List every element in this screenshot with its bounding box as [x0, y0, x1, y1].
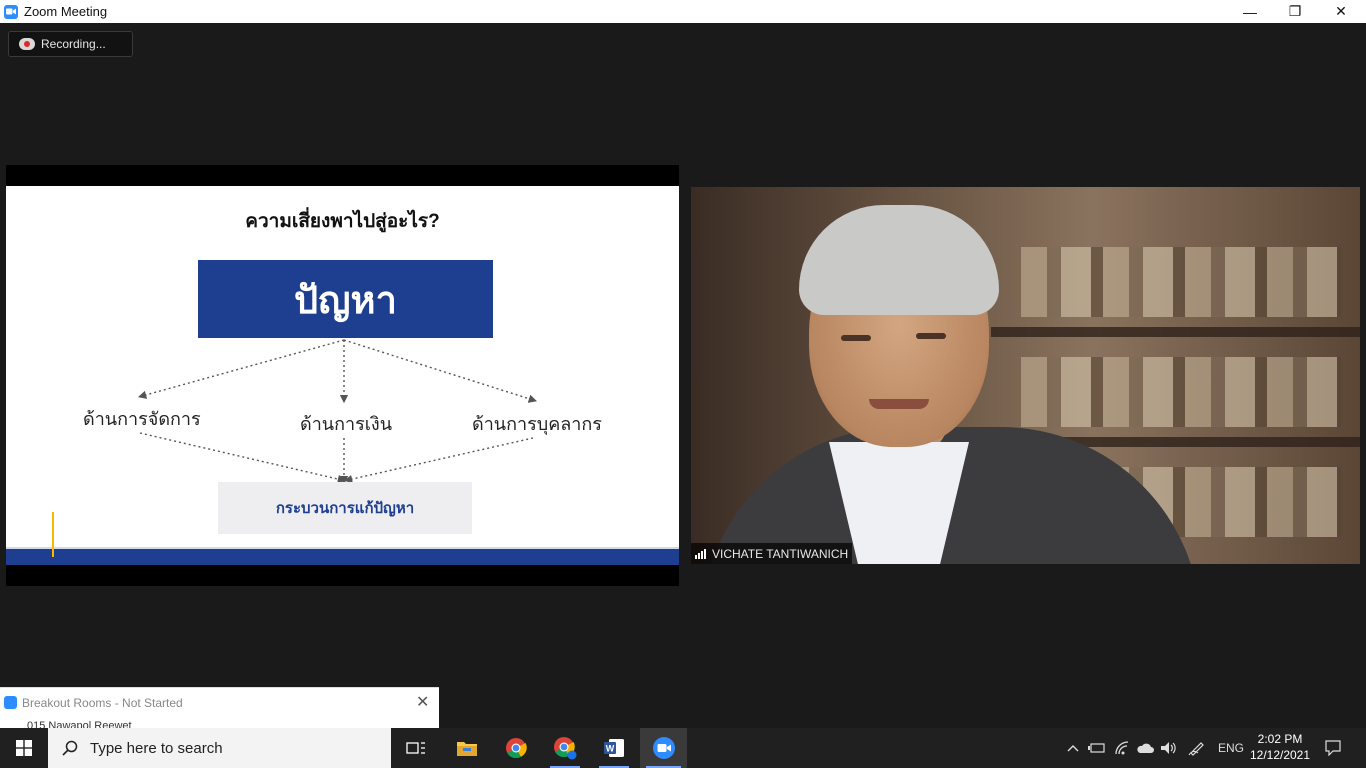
wifi-button[interactable] [1111, 728, 1133, 768]
zoom-app-icon [4, 4, 18, 19]
speaker-icon [1161, 742, 1176, 754]
pen-workspace-button[interactable] [1186, 728, 1208, 768]
presentation-slide: ความเสี่ยงพาไปสู่อะไร? ปัญหา ด้านการจัดก… [6, 186, 679, 565]
signal-strength-icon [695, 548, 706, 559]
cloud-icon [1137, 743, 1154, 753]
battery-button[interactable] [1086, 728, 1108, 768]
taskbar-search-box[interactable]: Type here to search [48, 728, 391, 768]
arrow-to-management [137, 339, 345, 399]
breakout-participant-row[interactable]: 015 Nawapol Reewet [27, 720, 132, 728]
onedrive-button[interactable] [1134, 728, 1156, 768]
notification-icon [1325, 740, 1341, 756]
task-view-button[interactable] [396, 728, 436, 768]
start-button[interactable] [0, 728, 48, 768]
recording-icon [19, 38, 35, 50]
zoom-app-icon [4, 696, 17, 709]
participant-eye [916, 333, 946, 339]
chrome-profile-button[interactable] [544, 728, 586, 768]
participant-video[interactable]: VICHATE TANTIWANICH [691, 187, 1360, 564]
chrome-button[interactable] [495, 728, 537, 768]
language-indicator[interactable]: ENG [1214, 728, 1248, 768]
slide-process-box: กระบวนการแก้ปัญหา [218, 482, 472, 534]
taskbar-clock[interactable]: 2:02 PM 12/12/2021 [1248, 728, 1312, 768]
participant-mouth [869, 399, 929, 409]
svg-text:W: W [606, 744, 615, 754]
slide-cursor [52, 512, 54, 557]
breakout-rooms-title: Breakout Rooms - Not Started [22, 696, 183, 710]
volume-button[interactable] [1158, 728, 1180, 768]
restore-button[interactable]: ❐ [1272, 0, 1318, 23]
participant-hair [799, 205, 999, 315]
search-placeholder: Type here to search [90, 739, 223, 757]
recording-indicator[interactable]: Recording... [8, 31, 133, 57]
participant-name: VICHATE TANTIWANICH [712, 546, 849, 561]
zoom-icon [652, 737, 675, 759]
windows-taskbar: Type here to search W ENG 2:02 PM 12/12/… [0, 728, 1366, 768]
window-title: Zoom Meeting [24, 4, 108, 19]
breakout-close-button[interactable]: ✕ [416, 692, 429, 712]
participant-name-tag: VICHATE TANTIWANICH [691, 543, 853, 564]
task-view-icon [406, 742, 425, 754]
wifi-icon [1115, 741, 1129, 755]
branch-management: ด้านการจัดการ [83, 409, 201, 429]
chrome-icon [506, 738, 527, 759]
clock-time: 2:02 PM [1257, 732, 1303, 746]
word-icon: W [604, 739, 624, 757]
recording-label: Recording... [41, 37, 106, 51]
minimize-button[interactable]: — [1227, 0, 1273, 23]
arrow-management-to-process [139, 432, 347, 484]
word-button[interactable]: W [593, 728, 635, 768]
file-explorer-button[interactable] [446, 728, 488, 768]
pen-icon [1188, 742, 1204, 756]
bookshelf-shelf [991, 327, 1360, 337]
file-explorer-icon [457, 742, 477, 756]
participant-eye [841, 335, 871, 341]
breakout-rooms-panel[interactable]: Breakout Rooms - Not Started ✕ 015 Nawap… [0, 687, 439, 728]
chrome-profile-icon [554, 737, 577, 760]
window-titlebar: Zoom Meeting — ❐ ✕ [0, 0, 1366, 23]
branch-finance: ด้านการเงิน [300, 414, 393, 434]
arrow-to-personnel [343, 339, 538, 403]
windows-icon [16, 740, 32, 756]
zoom-button[interactable] [640, 728, 687, 768]
arrow-personnel-to-process [343, 437, 534, 484]
clock-date: 12/12/2021 [1249, 748, 1311, 762]
show-hidden-icons-button[interactable] [1064, 728, 1082, 768]
battery-icon [1088, 743, 1105, 753]
shared-screen: ความเสี่ยงพาไปสู่อะไร? ปัญหา ด้านการจัดก… [6, 165, 679, 586]
search-icon [62, 740, 78, 756]
action-center-button[interactable] [1318, 728, 1348, 768]
chevron-up-icon [1067, 745, 1079, 752]
close-button[interactable]: ✕ [1318, 0, 1364, 23]
branch-personnel: ด้านการบุคลากร [472, 414, 602, 434]
bookshelf-books [1021, 247, 1341, 317]
slide-footer-band [6, 547, 679, 565]
bookshelf-books [1021, 357, 1341, 427]
